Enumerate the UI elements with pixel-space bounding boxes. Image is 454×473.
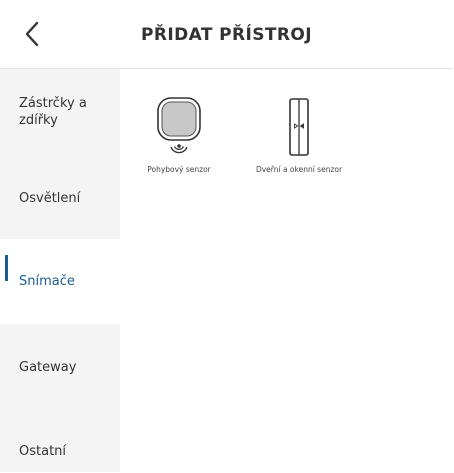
device-motion-sensor[interactable]: Pohybový senzor [124,96,234,174]
category-sidebar: Zástrčky a zdířky Osvětlení Snímače Gate… [0,69,120,472]
door-window-sensor-icon [289,98,309,156]
sidebar-item-label: Snímače [19,274,75,289]
device-grid: Pohybový senzor Dveřní a okenní senzor [120,69,453,472]
sidebar-item-osvetleni[interactable]: Osvětlení [0,190,120,207]
header: PŘIDAT PŘÍSTROJ [0,0,453,69]
device-door-window-sensor[interactable]: Dveřní a okenní senzor [244,96,354,174]
sidebar-item-label: Zástrčky a zdířky [19,96,87,128]
sidebar-item-zastrcky[interactable]: Zástrčky a zdířky [0,95,120,129]
sidebar-item-ostatni[interactable]: Ostatní [0,443,120,460]
device-label: Pohybový senzor [147,165,211,174]
sidebar-item-gateway[interactable]: Gateway [0,359,120,376]
sidebar-item-label: Gateway [19,360,77,375]
motion-sensor-icon [157,97,201,154]
sidebar-item-label: Osvětlení [19,191,81,206]
page-title: PŘIDAT PŘÍSTROJ [141,25,312,45]
sidebar-item-label: Ostatní [19,444,67,459]
device-label: Dveřní a okenní senzor [255,165,343,174]
app-window: PŘIDAT PŘÍSTROJ Zástrčky a zdířky Osvětl… [0,0,453,472]
sidebar-item-snimace[interactable]: Snímače [0,239,120,324]
